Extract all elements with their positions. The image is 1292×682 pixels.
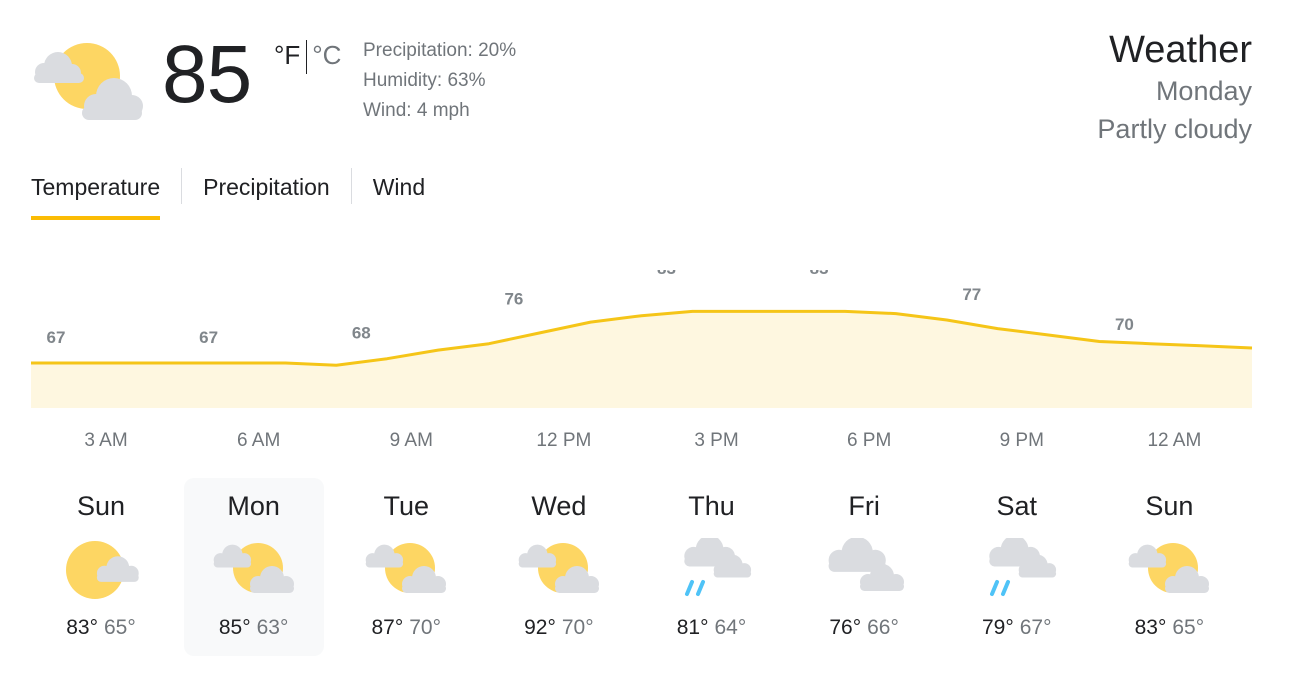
high-low-temps: 76° 66°	[794, 616, 934, 640]
condition-label: Partly cloudy	[1097, 114, 1252, 144]
high-temp: 81°	[676, 616, 709, 639]
temperature-value-label: 68	[352, 324, 371, 343]
high-temp: 79°	[981, 616, 1014, 639]
day-name: Thu	[688, 491, 735, 521]
tab-precipitation[interactable]: Precipitation	[203, 168, 330, 220]
low-temp: 63°	[256, 616, 289, 639]
high-low-temps: 83° 65°	[1099, 616, 1239, 640]
temperature-chart: 67 67 68 76 83 83 77 70	[31, 270, 1253, 408]
low-temp: 65°	[1172, 616, 1205, 639]
hour-label: 12 PM	[536, 430, 592, 451]
precipitation-text: Precipitation: 20%	[363, 40, 517, 61]
forecast-day[interactable]: Fri 76° 66°	[794, 478, 934, 656]
hour-label: 9 AM	[389, 430, 433, 451]
partly-cloudy-icon	[365, 543, 447, 593]
unit-switcher: °F °C	[274, 40, 341, 74]
humidity-text: Humidity: 63%	[363, 70, 486, 91]
hour-label: 12 AM	[1147, 430, 1202, 451]
low-temp: 64°	[714, 616, 747, 639]
partly-cloudy-icon	[518, 543, 599, 593]
high-temp: 85°	[218, 616, 251, 639]
high-temp: 83°	[1134, 616, 1167, 639]
temperature-value-label: 70	[1115, 315, 1134, 334]
chart-tabs: Temperature Precipitation Wind	[31, 168, 425, 224]
day-label: Monday	[1155, 76, 1252, 106]
forecast-day[interactable]: Mon 85° 63°	[183, 478, 324, 656]
day-name: Tue	[383, 491, 430, 521]
daily-forecast: Sun 83° 65° Mon 85° 63° Tue 87° 70° Wed …	[31, 478, 1252, 658]
celsius-toggle[interactable]: °C	[312, 40, 341, 71]
rain-cloud-icon	[989, 538, 1056, 596]
hour-label: 3 PM	[694, 430, 739, 451]
tab-temperature[interactable]: Temperature	[31, 168, 161, 220]
day-name: Sun	[1145, 491, 1194, 521]
temperature-value-label: 83	[810, 270, 829, 278]
low-temp: 65°	[104, 616, 136, 639]
temperature-value-label: 67	[199, 328, 218, 347]
day-name: Wed	[531, 491, 587, 521]
high-low-temps: 79° 67°	[947, 616, 1087, 640]
current-temperature: 85	[162, 29, 252, 120]
high-temp: 87°	[371, 616, 404, 639]
hour-label: 9 PM	[999, 430, 1044, 451]
forecast-day[interactable]: Tue 87° 70°	[336, 478, 476, 656]
location-header: Weather Monday Partly cloudy	[1097, 28, 1252, 148]
high-temp: 83°	[66, 616, 98, 639]
temperature-area	[31, 311, 1252, 408]
forecast-day[interactable]: Sun 83° 65°	[31, 478, 171, 656]
rain-cloud-icon	[683, 538, 751, 596]
temperature-value-label: 67	[47, 328, 66, 347]
low-temp: 66°	[867, 616, 899, 639]
high-low-temps: 83° 65°	[31, 616, 171, 640]
hour-label: 6 PM	[846, 430, 892, 451]
day-name: Sun	[76, 491, 126, 521]
temperature-value-label: 76	[504, 289, 523, 308]
high-low-temps: 92° 70°	[489, 616, 629, 640]
high-low-temps: 87° 70°	[336, 616, 476, 640]
mostly-sunny-icon	[66, 541, 139, 599]
hour-label: 6 AM	[236, 430, 281, 451]
fahrenheit-toggle[interactable]: °F	[274, 40, 300, 71]
high-low-temps: 81° 64°	[642, 616, 782, 640]
tab-wind[interactable]: Wind	[373, 168, 425, 220]
hour-label: 3 AM	[84, 430, 128, 451]
tab-divider	[181, 168, 183, 204]
forecast-day[interactable]: Wed 92° 70°	[489, 478, 629, 656]
low-temp: 70°	[561, 616, 594, 639]
wind-text: Wind: 4 mph	[363, 100, 470, 121]
weather-title: Weather	[1109, 29, 1252, 71]
current-details: Precipitation: 20% Humidity: 63% Wind: 4…	[363, 36, 516, 126]
day-name: Mon	[227, 491, 280, 521]
low-temp: 70°	[409, 616, 442, 639]
partly-cloudy-icon	[213, 543, 294, 593]
temperature-value-label: 77	[962, 285, 981, 304]
temperature-value-label: 83	[657, 270, 676, 278]
unit-divider	[306, 40, 308, 74]
forecast-day[interactable]: Thu 81° 64°	[642, 478, 782, 656]
forecast-day[interactable]: Sun 83° 65°	[1099, 478, 1239, 656]
hour-axis: 3 AM 6 AM 9 AM 12 PM 3 PM 6 PM 9 PM 12 AM	[0, 430, 1292, 460]
partly-cloudy-icon	[1129, 543, 1210, 593]
cloudy-icon	[828, 538, 905, 591]
high-low-temps: 85° 63°	[184, 616, 324, 640]
partly-cloudy-icon	[30, 38, 144, 124]
low-temp: 67°	[1019, 616, 1052, 639]
day-name: Sat	[996, 491, 1038, 521]
forecast-day[interactable]: Sat 79° 67°	[947, 478, 1087, 656]
day-name: Fri	[848, 491, 880, 521]
high-temp: 76°	[829, 616, 862, 639]
high-temp: 92°	[524, 616, 556, 639]
tab-divider	[350, 168, 352, 204]
